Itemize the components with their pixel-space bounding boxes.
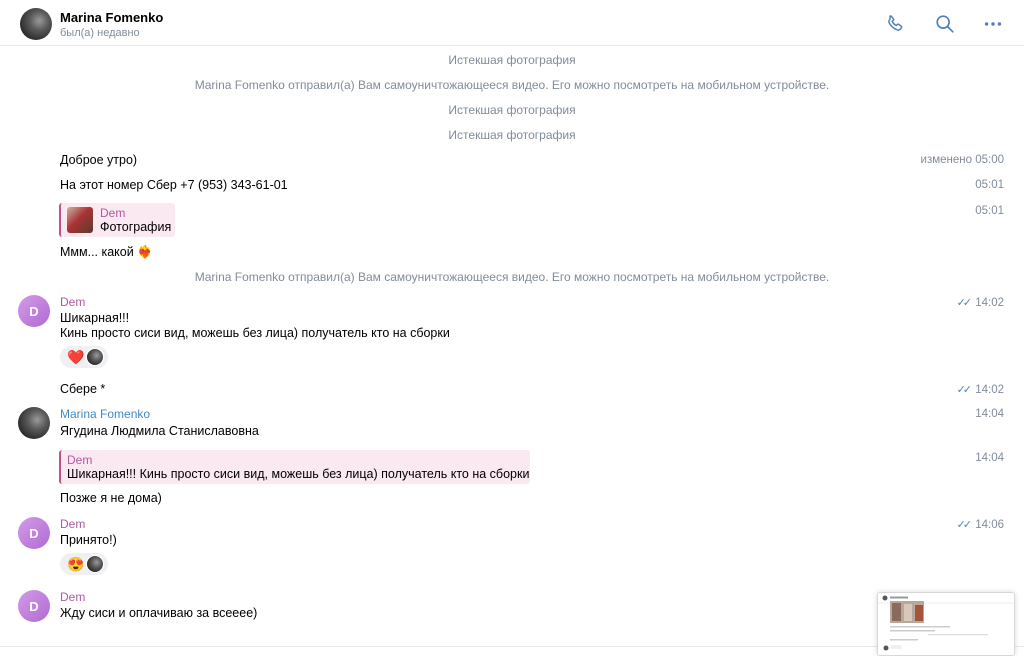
- message-time: 05:01: [975, 205, 1004, 217]
- message-text: Кинь просто сиси вид, можешь без лица) п…: [60, 326, 450, 340]
- heart-eyes-reaction: 😍: [67, 556, 85, 572]
- system-notice: Marina Fomenko отправил(а) Вам самоуничт…: [194, 270, 830, 284]
- message-time: 05:01: [975, 179, 1004, 191]
- reactor-avatar: [86, 348, 104, 366]
- avatar[interactable]: [20, 8, 52, 40]
- reply-quote[interactable]: Dem Шикарная!!! Кинь просто сиси вид, мо…: [59, 450, 530, 484]
- reply-sender: Dem: [67, 453, 93, 467]
- read-check-icon: ✓✓: [956, 384, 973, 396]
- system-notice: Marina Fomenko отправил(а) Вам самоуничт…: [194, 78, 830, 92]
- message-text: Сбере *: [60, 382, 106, 396]
- message-time: ✓✓ 14:02: [957, 383, 1004, 396]
- message-time: 14:04: [975, 408, 1004, 420]
- avatar[interactable]: [18, 407, 50, 439]
- preview-image: [878, 593, 1014, 655]
- avatar[interactable]: D: [18, 590, 50, 622]
- sender-name[interactable]: Dem: [60, 517, 85, 531]
- avatar[interactable]: D: [18, 295, 50, 327]
- message-time: изменено 05:00: [920, 154, 1004, 166]
- message-text: Позже я не дома): [60, 491, 162, 505]
- heart-reaction: ❤️: [67, 349, 85, 365]
- reactions-bar[interactable]: ❤️: [60, 346, 108, 368]
- reply-text: Фотография: [100, 220, 172, 234]
- sender-name[interactable]: Marina Fomenko: [60, 407, 150, 421]
- read-check-icon: ✓✓: [956, 519, 973, 531]
- more-icon[interactable]: [982, 13, 1004, 35]
- message-text: Ягудина Людмила Станиславовна: [60, 424, 259, 438]
- contact-name[interactable]: Marina Fomenko: [60, 10, 163, 25]
- message-text: Жду сиси и оплачиваю за всееее): [60, 606, 258, 620]
- chat-header: Marina Fomenko был(а) недавно: [0, 0, 1024, 46]
- sender-name[interactable]: Dem: [60, 590, 85, 604]
- divider: [0, 646, 1024, 647]
- reply-sender: Dem: [100, 206, 126, 220]
- screenshot-preview[interactable]: [877, 592, 1015, 656]
- search-icon[interactable]: [934, 13, 956, 35]
- system-notice: Истекшая фотография: [448, 128, 576, 142]
- message-text: Шикарная!!!: [60, 311, 130, 325]
- time-value: 14:02: [975, 384, 1004, 396]
- system-notice: Истекшая фотография: [448, 53, 576, 67]
- read-check-icon: ✓✓: [956, 297, 973, 309]
- reply-text: Шикарная!!! Кинь просто сиси вид, можешь…: [67, 467, 530, 481]
- contact-status: был(а) недавно: [60, 27, 140, 39]
- reactions-bar[interactable]: 😍: [60, 553, 108, 575]
- reply-quote[interactable]: Dem Фотография: [59, 203, 175, 237]
- message-time: ✓✓ 14:02: [957, 296, 1004, 309]
- message-text: Доброе утро): [60, 153, 138, 167]
- message-text: Принято!): [60, 533, 117, 547]
- system-notice: Истекшая фотография: [448, 103, 576, 117]
- reactor-avatar: [86, 555, 104, 573]
- sender-name[interactable]: Dem: [60, 295, 85, 309]
- message-time: ✓✓ 14:06: [957, 518, 1004, 531]
- message-text: На этот номер Сбер +7 (953) 343-61-01: [60, 178, 288, 192]
- time-value: 14:06: [975, 519, 1004, 531]
- message-time: 14:04: [975, 452, 1004, 464]
- message-text: Ммм... какой ❤️‍🔥: [60, 245, 153, 259]
- time-value: 14:02: [975, 297, 1004, 309]
- phone-icon[interactable]: [884, 13, 906, 35]
- avatar[interactable]: D: [18, 517, 50, 549]
- photo-thumbnail: [67, 207, 93, 233]
